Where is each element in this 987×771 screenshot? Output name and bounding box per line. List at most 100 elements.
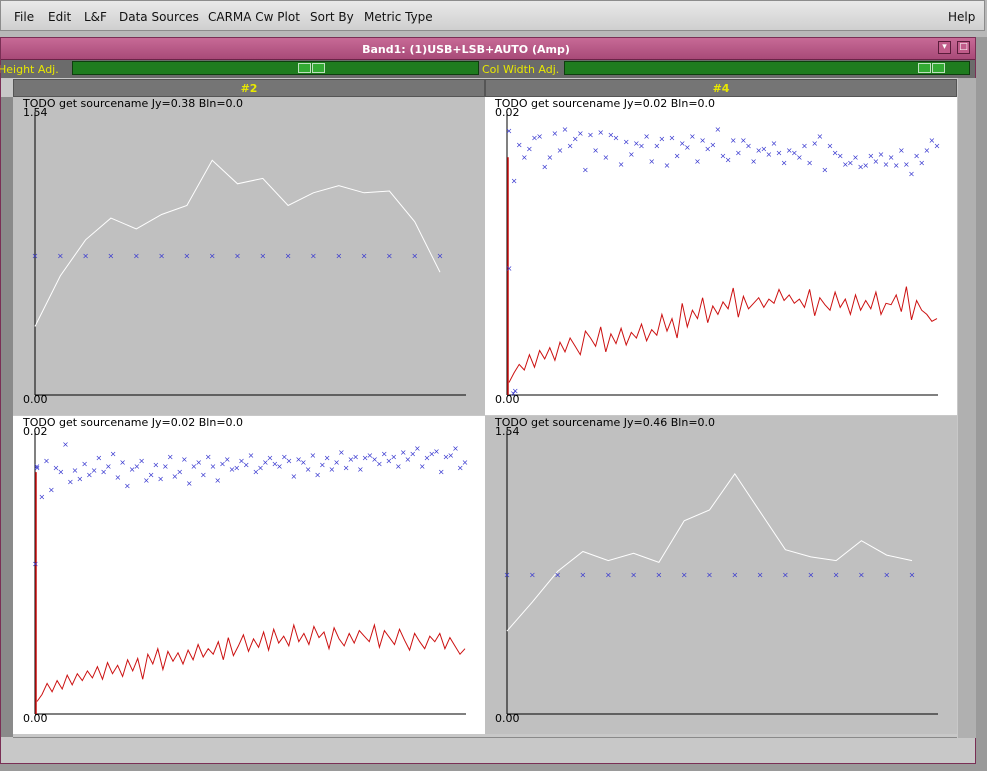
data-point: × xyxy=(801,142,808,151)
data-point: × xyxy=(361,252,368,261)
data-point: × xyxy=(659,135,666,144)
data-point: × xyxy=(200,470,207,479)
data-point: × xyxy=(898,146,905,155)
col-width-slider[interactable] xyxy=(564,61,970,75)
row-gutter xyxy=(1,97,13,737)
data-point: × xyxy=(285,252,292,261)
data-point: × xyxy=(162,462,169,471)
data-point: × xyxy=(414,444,421,453)
data-point: × xyxy=(552,129,559,138)
data-point: × xyxy=(205,452,212,461)
data-point: × xyxy=(628,150,635,159)
data-point: × xyxy=(674,151,681,160)
window-title: Band1: (1)USB+LSB+AUTO (Amp) xyxy=(362,43,570,56)
col-width-label: Col Width Adj. xyxy=(482,63,560,76)
plot-panel-1[interactable]: TODO get sourcename Jy=0.38 Bln=0.0 1.54… xyxy=(13,97,485,415)
data-point: × xyxy=(357,465,364,474)
data-point: × xyxy=(248,451,255,460)
data-point: × xyxy=(76,475,83,484)
menu-lf[interactable]: L&F xyxy=(84,10,107,24)
data-point: × xyxy=(395,462,402,471)
data-point: × xyxy=(67,477,74,486)
data-point: × xyxy=(138,457,145,466)
data-point: × xyxy=(95,454,102,463)
data-point: × xyxy=(276,462,283,471)
horizontal-scrollbar[interactable] xyxy=(13,737,957,758)
data-point: × xyxy=(908,170,915,179)
data-point: × xyxy=(782,571,789,580)
data-point: × xyxy=(48,486,55,495)
data-point: × xyxy=(376,459,383,468)
row-height-slider-thumb[interactable] xyxy=(298,63,311,73)
data-point: × xyxy=(529,571,536,580)
data-point: × xyxy=(580,571,587,580)
data-point: × xyxy=(918,158,925,167)
data-point: × xyxy=(613,133,620,142)
data-point: × xyxy=(725,156,732,165)
data-point: × xyxy=(771,139,778,148)
data-point: × xyxy=(807,571,814,580)
data-point: × xyxy=(386,252,393,261)
data-point: × xyxy=(314,470,321,479)
data-point: × xyxy=(541,163,548,172)
data-point: × xyxy=(893,161,900,170)
menu-carma-cw-plot[interactable]: CARMA Cw Plot xyxy=(208,10,300,24)
data-point: × xyxy=(148,470,155,479)
data-point: × xyxy=(816,132,823,141)
col-width-slider-thumb-2[interactable] xyxy=(932,63,945,73)
data-point: × xyxy=(34,464,41,473)
data-point: × xyxy=(286,457,293,466)
right-gutter xyxy=(958,78,976,738)
column-header-4[interactable]: #4 xyxy=(485,79,957,97)
window-titlebar[interactable]: Band1: (1)USB+LSB+AUTO (Amp) ▾ □ xyxy=(1,38,975,60)
data-point: × xyxy=(176,468,183,477)
data-point: × xyxy=(32,559,39,568)
data-point: × xyxy=(781,158,788,167)
col-width-slider-thumb[interactable] xyxy=(918,63,931,73)
series-line xyxy=(508,286,938,383)
menu-sort-by[interactable]: Sort By xyxy=(310,10,354,24)
data-point: × xyxy=(638,142,645,151)
data-point: × xyxy=(209,252,216,261)
row-height-label: Height Adj. xyxy=(0,63,59,76)
data-point: × xyxy=(806,158,813,167)
plot-panel-3[interactable]: TODO get sourcename Jy=0.02 Bln=0.0 0.02… xyxy=(13,416,485,734)
plot-canvas: × × × × × × × × × × × × × × × × × xyxy=(504,431,938,715)
data-point: × xyxy=(438,468,445,477)
data-point: × xyxy=(506,126,513,135)
row-height-slider[interactable] xyxy=(72,61,479,75)
menu-metric-type[interactable]: Metric Type xyxy=(364,10,433,24)
data-point: × xyxy=(167,452,174,461)
row-height-slider-thumb-2[interactable] xyxy=(312,63,325,73)
data-point: × xyxy=(310,252,317,261)
data-point: × xyxy=(181,455,188,464)
plot-panel-2[interactable]: TODO get sourcename Jy=0.02 Bln=0.0 0.02… xyxy=(485,97,957,415)
data-point: × xyxy=(643,132,650,141)
column-header-2[interactable]: #2 xyxy=(13,79,485,97)
plot-canvas: ××××××××××××××××××××××××××××××××××××××××… xyxy=(32,431,468,715)
data-point: × xyxy=(124,482,131,491)
data-point: × xyxy=(224,455,231,464)
data-point: × xyxy=(82,252,89,261)
data-point: × xyxy=(852,153,859,162)
maximize-icon[interactable]: □ xyxy=(957,41,970,54)
series-line xyxy=(34,159,441,327)
data-point: × xyxy=(745,142,752,151)
menu-help[interactable]: Help xyxy=(948,10,975,24)
data-point: × xyxy=(419,462,426,471)
data-point: × xyxy=(214,476,221,485)
minimize-icon[interactable]: ▾ xyxy=(938,41,951,54)
data-point: × xyxy=(562,125,569,134)
data-point: × xyxy=(390,452,397,461)
data-point: × xyxy=(510,389,517,398)
plot-panel-4[interactable]: TODO get sourcename Jy=0.46 Bln=0.0 1.54… xyxy=(485,416,957,734)
data-point: × xyxy=(352,452,359,461)
data-point: × xyxy=(335,252,342,261)
menu-file[interactable]: File xyxy=(14,10,34,24)
data-point: × xyxy=(689,132,696,141)
data-point: × xyxy=(730,136,737,145)
menu-data-sources[interactable]: Data Sources xyxy=(119,10,199,24)
menu-edit[interactable]: Edit xyxy=(48,10,71,24)
data-point: × xyxy=(648,157,655,166)
data-point: × xyxy=(684,143,691,152)
